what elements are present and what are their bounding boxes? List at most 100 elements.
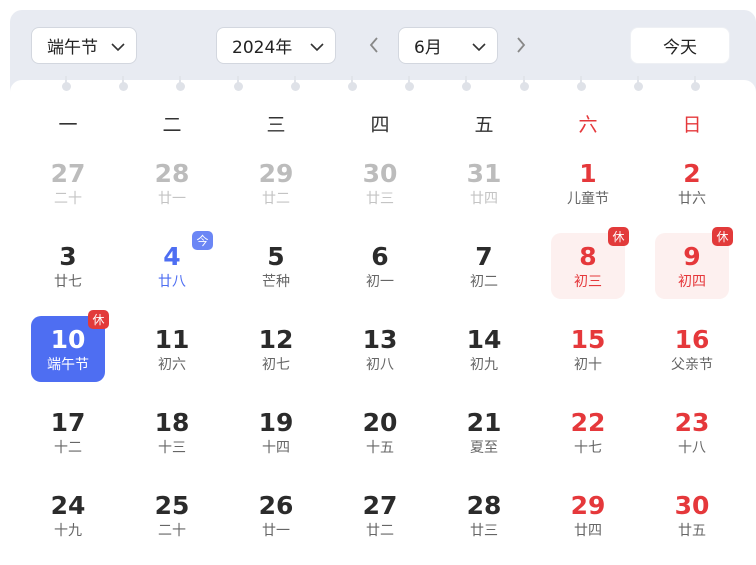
day-number: 29 [570,490,606,520]
calendar-day[interactable]: 28 廿一 [135,150,209,216]
calendar-widget: 端午节 2024年 6月 今天 一二三四五六日 27 二十 28 廿一 29 廿二 30 廿三 3… [10,10,756,565]
day-number: 30 [674,490,710,520]
lunar-label: 初八 [366,356,394,373]
calendar-day[interactable]: 26 廿一 [239,482,313,548]
calendar-day[interactable]: 10 端午节 休 [31,310,109,382]
calendar-day[interactable]: 24 十九 [31,482,105,548]
lunar-label: 廿四 [574,522,602,539]
calendar-day[interactable]: 11 初六 [135,316,209,382]
lunar-label: 初三 [574,273,602,290]
calendar-day[interactable]: 12 初七 [239,316,313,382]
lunar-label: 廿八 [158,273,186,290]
day-number: 17 [50,407,86,437]
calendar-day[interactable]: 6 初一 [343,233,417,299]
month-select[interactable]: 6月 [398,27,498,64]
year-select[interactable]: 2024年 [216,27,336,64]
calendar-day[interactable]: 14 初九 [447,316,521,382]
calendar-day[interactable]: 21 夏至 [447,399,521,465]
calendar-day[interactable]: 13 初八 [343,316,417,382]
chevron-down-icon [472,43,486,52]
lunar-label: 初二 [470,273,498,290]
month-select-value: 6月 [414,38,442,58]
day-number: 18 [154,407,190,437]
lunar-label: 十五 [366,439,394,456]
holiday-select-value: 端午节 [47,38,98,58]
lunar-label: 廿一 [262,522,290,539]
calendar-day[interactable]: 31 廿四 [447,150,521,216]
holiday-select[interactable]: 端午节 [31,27,137,64]
lunar-label: 初九 [470,356,498,373]
day-number: 27 [50,158,86,188]
day-number: 23 [674,407,710,437]
rest-day-badge: 休 [712,227,733,246]
calendar-day[interactable]: 28 廿三 [447,482,521,548]
calendar-day[interactable]: 5 芒种 [239,233,313,299]
calendar-day[interactable]: 15 初十 [551,316,625,382]
binder-ring [233,76,243,96]
calendar-day[interactable]: 25 二十 [135,482,209,548]
day-number: 14 [466,324,502,354]
day-number: 16 [674,324,710,354]
binder-ring [576,76,586,96]
lunar-label: 端午节 [47,356,89,373]
weekday-header: 日 [682,114,702,136]
today-button[interactable]: 今天 [630,27,730,64]
lunar-label: 廿三 [470,522,498,539]
calendar-day[interactable]: 30 廿三 [343,150,417,216]
calendar-day[interactable]: 8 初三 休 [551,227,629,299]
day-number: 27 [362,490,398,520]
weekday-header: 四 [370,114,390,136]
day-number: 9 [683,241,701,271]
lunar-label: 廿二 [366,522,394,539]
chevron-down-icon [111,43,125,52]
calendar-day[interactable]: 18 十三 [135,399,209,465]
calendar-day[interactable]: 27 二十 [31,150,105,216]
calendar-toolbar: 端午节 2024年 6月 今天 [10,10,756,80]
calendar-day[interactable]: 17 十二 [31,399,105,465]
day-number: 19 [258,407,294,437]
calendar-day[interactable]: 7 初二 [447,233,521,299]
next-month-icon[interactable] [514,34,528,56]
calendar-day[interactable]: 16 父亲节 [655,316,729,382]
day-number: 22 [570,407,606,437]
lunar-label: 廿四 [470,190,498,207]
calendar-day[interactable]: 2 廿六 [655,150,729,216]
calendar-day[interactable]: 22 十七 [551,399,625,465]
lunar-label: 父亲节 [671,356,713,373]
calendar-day[interactable]: 30 廿五 [655,482,729,548]
calendar-day[interactable]: 1 儿童节 [551,150,625,216]
binder-ring [405,76,415,96]
calendar-day[interactable]: 29 廿二 [239,150,313,216]
lunar-label: 初十 [574,356,602,373]
prev-month-icon[interactable] [367,34,381,56]
year-select-value: 2024年 [232,38,293,58]
day-number: 3 [59,241,77,271]
rest-day-badge: 休 [88,310,109,329]
day-number: 21 [466,407,502,437]
day-number: 30 [362,158,398,188]
day-number: 8 [579,241,597,271]
binder-ring [119,76,129,96]
day-number: 10 [50,324,86,354]
lunar-label: 儿童节 [567,190,609,207]
lunar-label: 廿三 [366,190,394,207]
calendar-day[interactable]: 20 十五 [343,399,417,465]
day-number: 6 [371,241,389,271]
calendar-day[interactable]: 19 十四 [239,399,313,465]
calendar-day[interactable]: 29 廿四 [551,482,625,548]
day-number: 25 [154,490,190,520]
day-number: 12 [258,324,294,354]
calendar-day[interactable]: 23 十八 [655,399,729,465]
weekday-header: 一 [58,114,78,136]
lunar-label: 廿五 [678,522,706,539]
binder-ring [348,76,357,96]
lunar-label: 廿七 [54,273,82,290]
calendar-day[interactable]: 3 廿七 [31,233,105,299]
chevron-down-icon [310,43,324,52]
day-number: 13 [362,324,398,354]
calendar-day[interactable]: 4 廿八 今 [135,231,213,299]
calendar-day[interactable]: 27 廿二 [343,482,417,548]
binder-ring [634,76,643,96]
weekday-header: 三 [266,114,286,136]
calendar-day[interactable]: 9 初四 休 [655,227,733,299]
